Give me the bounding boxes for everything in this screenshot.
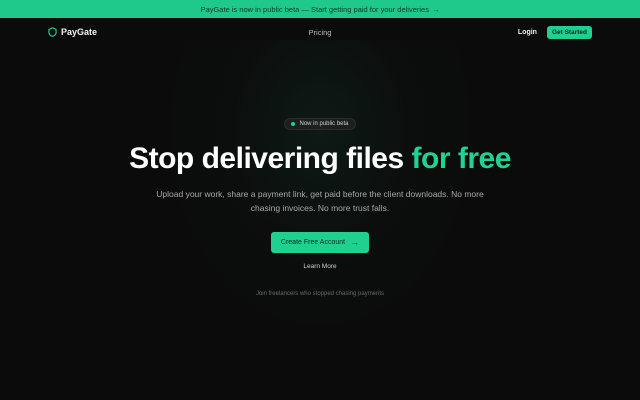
headline-accent: for free	[411, 142, 512, 175]
shield-icon	[48, 27, 57, 37]
learn-more-link[interactable]: Learn More	[303, 263, 336, 270]
arrow-right-icon: →	[431, 4, 440, 14]
announcement-bar[interactable]: PayGate is now in public beta — Start ge…	[0, 0, 640, 18]
headline-main: Stop delivering files	[129, 142, 412, 175]
beta-badge: Now in public beta	[284, 118, 356, 130]
hero-subheadline: Upload your work, share a payment link, …	[156, 189, 484, 213]
nav-actions: Login Get Started	[518, 25, 592, 39]
top-nav: PayGate Pricing Login Get Started	[0, 18, 640, 46]
arrow-right-icon: →	[351, 238, 360, 247]
badge-text: Now in public beta	[299, 121, 349, 127]
hero-headline: Stop delivering files for free	[129, 142, 511, 176]
create-account-button[interactable]: Create Free Account →	[270, 232, 370, 253]
social-proof-text: Join freelancers who stopped chasing pay…	[255, 291, 385, 297]
hero-section: Now in public beta Stop delivering files…	[0, 118, 640, 297]
brand-logo[interactable]: PayGate	[48, 27, 97, 37]
get-started-button[interactable]: Get Started	[546, 25, 592, 39]
login-link[interactable]: Login	[518, 29, 537, 36]
brand-name: PayGate	[61, 27, 98, 37]
announcement-text: PayGate is now in public beta — Start ge…	[200, 4, 429, 14]
nav-link-pricing[interactable]: Pricing	[309, 28, 332, 37]
cta-label: Create Free Account	[280, 239, 346, 246]
status-dot-icon	[291, 122, 296, 126]
